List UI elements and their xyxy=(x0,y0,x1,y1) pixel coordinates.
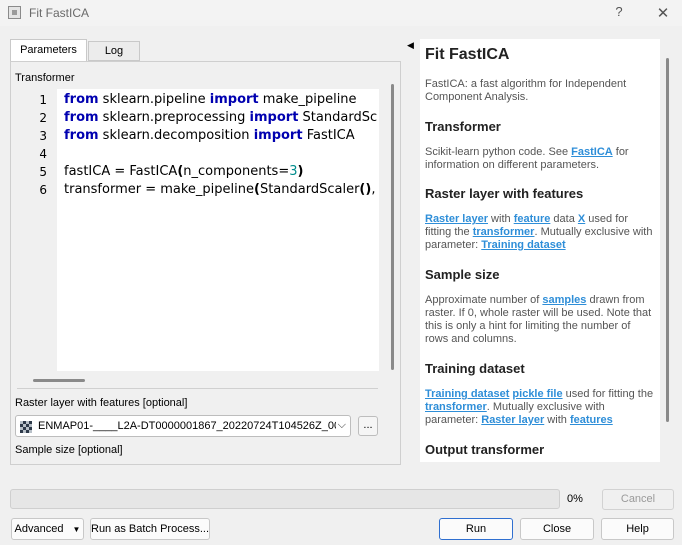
raster-layer-label: Raster layer with features [optional] xyxy=(15,397,188,409)
progress-bar xyxy=(10,489,560,509)
help-heading-transformer: Transformer xyxy=(425,119,501,134)
advanced-label: Advanced xyxy=(14,523,64,535)
dropdown-arrow-icon: ▼ xyxy=(72,525,81,534)
help-heading-output-transformer: Output transformer xyxy=(425,442,545,457)
run-batch-button[interactable]: Run as Batch Process... xyxy=(90,518,210,540)
run-button[interactable]: Run xyxy=(439,518,513,540)
line-number: 1 xyxy=(39,93,47,107)
help-intro: FastICA: a fast algorithm for Independen… xyxy=(425,78,627,103)
chevron-down-icon: ⌵ xyxy=(337,419,346,431)
help-button[interactable]: Help xyxy=(601,518,674,540)
sample-size-label: Sample size [optional] xyxy=(15,444,123,456)
collapse-help-icon[interactable]: ◀ xyxy=(407,40,414,51)
advanced-button[interactable]: Advanced ▼ xyxy=(11,518,84,540)
tab-log[interactable]: Log xyxy=(88,41,140,61)
line-number: 3 xyxy=(39,129,47,143)
code-line: fastICA = FastICA(n_components=3) xyxy=(64,164,304,179)
code-line: from sklearn.preprocessing import Standa… xyxy=(64,110,378,125)
help-heading-training-dataset: Training dataset xyxy=(425,361,525,376)
help-title-button[interactable]: ? xyxy=(611,4,627,22)
line-number: 2 xyxy=(39,111,47,125)
line-number: 6 xyxy=(39,183,47,197)
help-scrollbar[interactable] xyxy=(666,58,669,422)
close-button[interactable]: Close xyxy=(520,518,594,540)
transformer-label: Transformer xyxy=(15,72,75,84)
line-number: 4 xyxy=(39,147,47,161)
panel-vertical-scrollbar[interactable] xyxy=(391,84,394,370)
code-editor[interactable]: 1 2 3 4 5 6 from sklearn.pipeline import… xyxy=(17,89,379,371)
progress-percent: 0% xyxy=(567,493,583,505)
help-text-sample-size: Approximate number of samples drawn from… xyxy=(425,294,652,345)
code-line: from sklearn.pipeline import make_pipeli… xyxy=(64,92,357,107)
help-text-transformer: Scikit-learn python code. See FastICA fo… xyxy=(425,146,629,171)
raster-layer-icon xyxy=(20,421,32,433)
browse-button[interactable]: ... xyxy=(358,416,378,436)
tab-parameters[interactable]: Parameters xyxy=(10,39,87,63)
cancel-button[interactable]: Cancel xyxy=(602,489,674,510)
app-icon xyxy=(8,6,21,19)
help-heading-sample-size: Sample size xyxy=(425,267,500,282)
divider xyxy=(17,388,378,389)
editor-horizontal-scrollbar[interactable] xyxy=(33,379,85,382)
help-text-training-dataset: Training dataset pickle file used for fi… xyxy=(425,388,654,426)
help-heading-raster: Raster layer with features xyxy=(425,186,584,201)
raster-layer-value: ENMAP01-____L2A-DT0000001867_20220724T10… xyxy=(38,420,336,432)
line-number: 5 xyxy=(39,165,47,179)
raster-layer-select[interactable]: ENMAP01-____L2A-DT0000001867_20220724T10… xyxy=(15,415,351,437)
help-text-raster: Raster layer with feature data X used fo… xyxy=(425,213,653,251)
code-line: from sklearn.decomposition import FastIC… xyxy=(64,128,355,143)
window-title: Fit FastICA xyxy=(29,6,90,20)
code-line: transformer = make_pipeline(StandardScal… xyxy=(64,182,376,197)
line-number-gutter: 1 2 3 4 5 6 xyxy=(17,89,57,371)
help-title: Fit FastICA xyxy=(425,46,510,63)
help-panel: Fit FastICA FastICA: a fast algorithm fo… xyxy=(420,39,660,462)
close-window-icon[interactable]: ✕ xyxy=(654,4,672,22)
title-bar: Fit FastICA ? ✕ xyxy=(0,0,682,26)
